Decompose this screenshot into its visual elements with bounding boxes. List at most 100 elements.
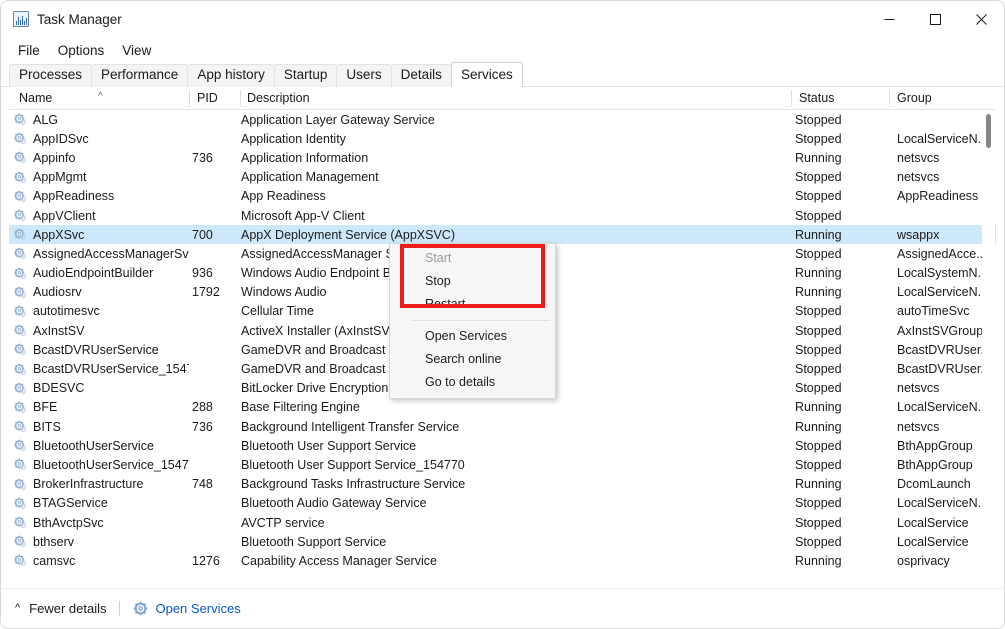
cell-group: LocalService [897,515,969,530]
context-menu-item-open-services[interactable]: Open Services [390,325,555,348]
table-row[interactable]: BTAGService Bluetooth Audio Gateway Servi… [9,494,996,513]
table-row[interactable]: ALG Application Layer Gateway Service Stop… [9,110,996,129]
menu-view[interactable]: View [113,40,160,61]
cell-status: Stopped [795,515,842,530]
table-row[interactable]: AppReadiness App Readiness Stopped AppReadi… [9,187,996,206]
service-gear-icon [13,190,27,203]
cell-status: Running [795,150,842,165]
window-title: Task Manager [37,11,122,27]
tab-strip: Processes Performance App history Startu… [1,62,1004,87]
service-gear-icon [13,535,27,548]
table-row[interactable]: AppXSvc 700 AppX Deployment Service (AppXS… [9,225,996,245]
vertical-scrollbar[interactable] [982,110,995,576]
table-row[interactable]: BITS 736 Background Intelligent Transfer S… [9,417,996,436]
cell-status: Running [795,400,842,415]
service-gear-icon [13,305,27,318]
cell-pid: 1792 [192,285,220,300]
open-services-link[interactable]: Open Services [155,601,240,616]
maximize-icon[interactable] [912,1,958,37]
cell-name: AxInstSV [9,324,189,338]
cell-group: BthAppGroup [897,438,973,453]
cell-name: BITS [9,420,189,434]
table-row[interactable]: AppIDSvc Application Identity Stopped Local… [9,129,996,148]
tab-performance[interactable]: Performance [91,64,189,87]
cell-status: Stopped [795,438,842,453]
tab-processes[interactable]: Processes [9,64,93,87]
tab-app-history[interactable]: App history [187,64,275,87]
cell-description: Base Filtering Engine [241,400,360,415]
cell-description: AVCTP service [241,515,325,530]
scrollbar-thumb[interactable] [986,114,991,148]
column-divider-name-pid[interactable] [189,90,190,107]
service-gear-icon [13,497,27,510]
cell-group: LocalServiceN... [897,131,989,146]
service-gear-icon [13,324,27,337]
column-header-name[interactable]: Name [19,88,52,109]
cell-group: LocalSystemN... [897,266,989,281]
close-icon[interactable] [958,1,1004,37]
cell-description: Application Layer Gateway Service [241,112,435,127]
column-header-pid[interactable]: PID [197,88,218,109]
cell-name: BcastDVRUserService [9,343,189,357]
column-divider-desc-status[interactable] [791,90,792,107]
cell-name: AppXSvc [9,228,189,242]
status-bar-divider [119,601,121,616]
table-row[interactable]: Appinfo 736 Application Information Running… [9,148,996,167]
service-name-label: camsvc [33,553,76,568]
menu-options[interactable]: Options [49,40,114,61]
service-name-label: Audiosrv [33,285,82,300]
tab-services[interactable]: Services [450,62,523,87]
cell-status: Stopped [795,304,842,319]
context-menu-item-go-to-details[interactable]: Go to details [390,371,555,394]
context-menu-item-restart[interactable]: Restart [390,293,555,316]
service-name-label: BFE [33,400,58,415]
cell-group: LocalServiceN... [897,496,989,511]
context-menu-item-search-online[interactable]: Search online [390,348,555,371]
column-header-description[interactable]: Description [247,88,310,109]
menu-file[interactable]: File [9,40,49,61]
table-row[interactable]: AppVClient Microsoft App-V Client Stopped [9,206,996,225]
table-row[interactable]: BluetoothUserService Bluetooth User Suppo… [9,436,996,455]
service-gear-icon [13,554,27,567]
minimize-icon[interactable] [866,1,912,37]
column-divider-pid-desc[interactable] [240,90,241,107]
table-row[interactable]: AppMgmt Application Management Stopped nets… [9,168,996,187]
column-divider-status-group[interactable] [889,90,890,107]
column-header-group[interactable]: Group [897,88,932,109]
cell-pid: 748 [192,477,213,492]
cell-description: Application Management [241,170,379,185]
table-row[interactable]: BthAvctpSvc AVCTP service Stopped LocalServ… [9,513,996,532]
context-menu-item-stop[interactable]: Stop [390,270,555,293]
table-row[interactable]: BFE 288 Base Filtering Engine Running LocalS… [9,398,996,417]
service-gear-icon [13,132,27,145]
table-row[interactable]: camsvc 1276 Capability Access Manager Serv… [9,551,996,570]
cell-description: Background Intelligent Transfer Service [241,419,460,434]
sort-ascending-icon: ^ [98,91,103,102]
tab-details[interactable]: Details [390,64,452,87]
tab-startup[interactable]: Startup [273,64,338,87]
table-row[interactable]: BluetoothUserService_154770 Bluetooth Use… [9,455,996,474]
table-row[interactable]: bthserv Bluetooth Support Service Stopped L… [9,532,996,551]
table-row[interactable]: BrokerInfrastructure 748 Background Tasks … [9,475,996,494]
cell-name: AppReadiness [9,189,189,203]
cell-status: Stopped [795,189,842,204]
window-controls [866,1,1004,37]
tab-users[interactable]: Users [336,64,392,87]
cell-status: Running [795,266,842,281]
service-name-label: AppMgmt [33,170,87,185]
cell-group: autoTimeSvc [897,304,970,319]
service-gear-icon [13,401,27,414]
service-gear-icon [13,420,27,433]
cell-name: AppIDSvc [9,132,189,146]
cell-name: AppMgmt [9,170,189,184]
service-gear-icon [13,363,27,376]
fewer-details-button[interactable]: Fewer details [29,601,106,616]
cell-name: Appinfo [9,151,189,165]
service-name-label: BluetoothUserService [33,438,154,453]
cell-group: LocalService [897,534,969,549]
cell-pid: 736 [192,419,213,434]
column-header-status[interactable]: Status [799,88,834,109]
service-gear-icon [13,113,27,126]
service-name-label: BrokerInfrastructure [33,477,144,492]
chevron-up-icon[interactable]: ^ [15,603,20,614]
